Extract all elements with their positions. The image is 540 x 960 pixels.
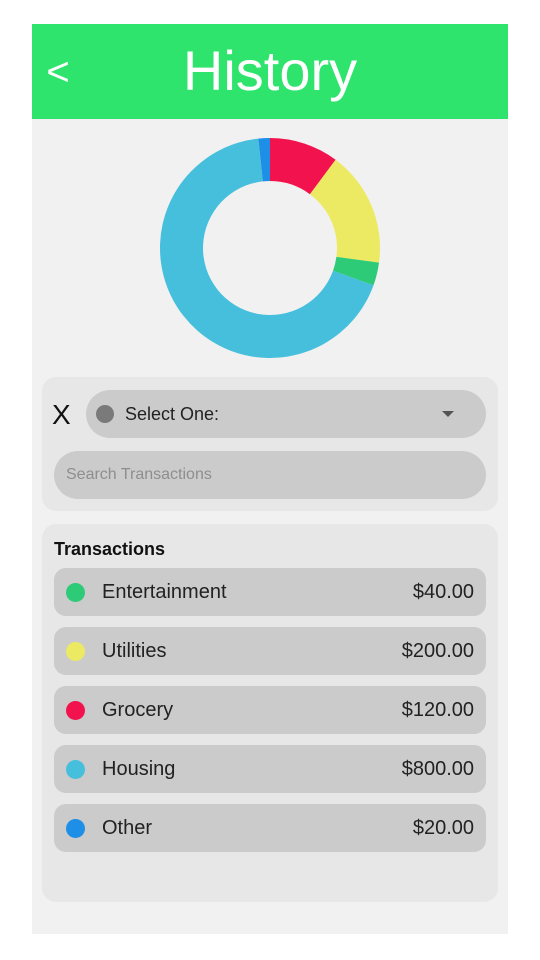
transactions-card: Transactions Entertainment $40.00 Utilit… bbox=[42, 524, 498, 902]
transaction-amount: $200.00 bbox=[401, 640, 474, 662]
app-screen: < History X Select One: Transactions Ent… bbox=[32, 24, 508, 934]
transaction-row-entertainment[interactable]: Entertainment $40.00 bbox=[54, 568, 486, 616]
category-dot-icon bbox=[66, 819, 85, 838]
transaction-amount: $20.00 bbox=[412, 817, 474, 839]
category-dot-icon bbox=[66, 760, 85, 779]
transaction-row-grocery[interactable]: Grocery $120.00 bbox=[54, 686, 486, 734]
page-title: History bbox=[182, 39, 358, 102]
search-input[interactable] bbox=[54, 451, 486, 499]
select-color-dot-icon bbox=[96, 405, 114, 423]
category-dot-icon bbox=[66, 583, 85, 602]
top-app-bar: < History bbox=[32, 24, 508, 119]
transactions-heading: Transactions bbox=[54, 539, 166, 559]
transaction-category: Housing bbox=[102, 758, 176, 780]
transaction-row-other[interactable]: Other $20.00 bbox=[54, 804, 486, 852]
category-dot-icon bbox=[66, 642, 85, 661]
transaction-category: Entertainment bbox=[102, 581, 227, 603]
transaction-category: Utilities bbox=[102, 640, 167, 662]
transaction-amount: $120.00 bbox=[401, 699, 474, 721]
spending-donut-chart bbox=[156, 134, 384, 362]
select-value: Select One: bbox=[125, 404, 220, 424]
transaction-category: Grocery bbox=[102, 699, 174, 721]
dropdown-arrow-icon bbox=[442, 411, 454, 417]
category-dot-icon bbox=[66, 701, 85, 720]
transaction-category: Other bbox=[102, 817, 153, 839]
transaction-amount: $800.00 bbox=[401, 758, 474, 780]
category-select[interactable]: Select One: bbox=[86, 390, 486, 438]
clear-filter-button[interactable]: X bbox=[52, 397, 74, 433]
transaction-row-utilities[interactable]: Utilities $200.00 bbox=[54, 627, 486, 675]
filter-card: X Select One: bbox=[42, 377, 498, 511]
transaction-row-housing[interactable]: Housing $800.00 bbox=[54, 745, 486, 793]
transaction-amount: $40.00 bbox=[412, 581, 474, 603]
donut-svg bbox=[159, 138, 380, 358]
